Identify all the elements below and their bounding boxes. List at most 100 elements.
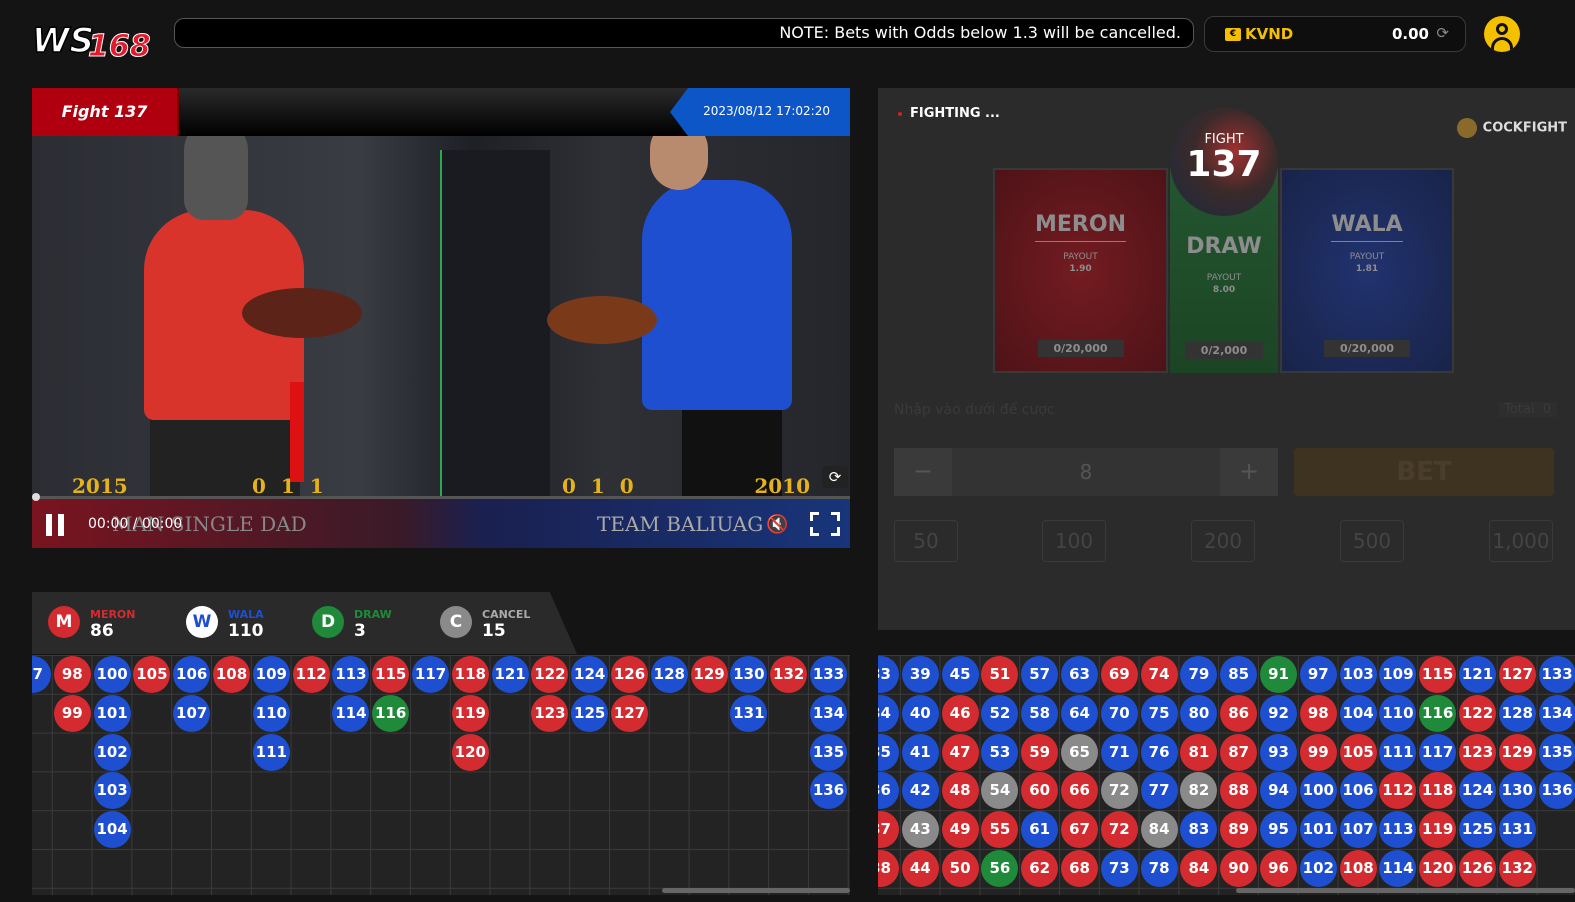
chip-1000-button[interactable]: 1,000: [1489, 520, 1553, 562]
bet-amount-stepper: − 8 +: [894, 448, 1278, 496]
bead-result: 104: [1339, 694, 1377, 732]
bead-result: 48: [941, 772, 979, 810]
bead-result: 59: [1021, 733, 1059, 771]
bead-result: 91: [1260, 656, 1297, 693]
bead-result: 64: [1061, 694, 1098, 732]
wallet-icon: €: [1225, 28, 1241, 41]
chip-100-button[interactable]: 100: [1042, 520, 1106, 562]
place-bet-button[interactable]: BET: [1294, 448, 1554, 496]
bet-amount-input[interactable]: 8: [952, 448, 1220, 496]
decrease-amount-button[interactable]: −: [894, 448, 952, 496]
game-type: COCKFIGHT: [1456, 118, 1567, 138]
draw-badge: D: [312, 606, 344, 638]
bead-result: 97: [1299, 656, 1337, 693]
bead-result: 128: [650, 656, 688, 693]
cancel-stat-label: CANCEL: [482, 608, 531, 621]
bead-result: 126: [1459, 850, 1496, 887]
bead-result: 87: [1220, 733, 1258, 771]
bead-result: 80: [1180, 694, 1218, 732]
bet-total: Total 0: [1498, 402, 1557, 417]
wala-badge: W: [186, 606, 218, 638]
bead-result: 124: [571, 656, 609, 693]
meron-record: 0 1 1: [252, 474, 328, 498]
top-header: WS 168 NOTE: Bets with Odds below 1.3 wi…: [0, 0, 1575, 70]
wala-bet-card[interactable]: WALA PAYOUT 1.81 0/20,000: [1280, 168, 1454, 373]
ws168-logo[interactable]: WS 168: [30, 14, 170, 66]
bead-result: 84: [1140, 811, 1178, 849]
bead-road-left[interactable]: 9798991001011021031041051061071081091101…: [32, 655, 850, 895]
bead-road-right[interactable]: 333435363738 394041424344 454647484950 5152…: [878, 655, 1575, 895]
bead-result: 94: [1260, 772, 1297, 810]
bead-result: 88: [1220, 772, 1258, 810]
bead-result: 81: [1180, 733, 1218, 771]
bet-hint: Nhập vào dưới để cược: [894, 402, 1055, 418]
bead-result: 68: [1061, 850, 1098, 887]
bead-result: 130: [730, 656, 768, 693]
video-progress-handle[interactable]: [32, 493, 40, 501]
bead-result: 62: [1021, 850, 1059, 887]
bead-result: 82: [1180, 772, 1218, 810]
bead-result: 92: [1260, 694, 1297, 732]
bead-result: 72: [1100, 772, 1138, 810]
bead-result: 132: [1498, 850, 1536, 887]
bead-result: 120: [1419, 850, 1457, 887]
video-time: 00:00 / 00:00: [88, 516, 183, 532]
refresh-balance-icon[interactable]: ⟳: [1436, 24, 1449, 42]
bead-result: 77: [1140, 772, 1178, 810]
bead-result: 40: [901, 694, 939, 732]
bead-result: 118: [1419, 772, 1457, 810]
bead-result: 106: [1339, 772, 1377, 810]
bet-panel: FIGHTING ... COCKFIGHT MERON PAYOUT 1.90…: [878, 88, 1575, 630]
road-left-scrollbar[interactable]: [662, 888, 850, 893]
bead-result: 66: [1061, 772, 1098, 810]
bead-result: 113: [1379, 811, 1417, 849]
increase-amount-button[interactable]: +: [1220, 448, 1278, 496]
mute-icon[interactable]: 🔇: [766, 514, 788, 535]
bead-result: 115: [372, 656, 410, 693]
bead-result: 133: [1538, 656, 1575, 693]
fullscreen-icon[interactable]: [810, 512, 840, 536]
chip-200-button[interactable]: 200: [1191, 520, 1255, 562]
wallet-balance[interactable]: € KVND 0.00 ⟳: [1204, 16, 1466, 52]
bead-result: 110: [252, 694, 290, 732]
bead-result: 127: [611, 694, 648, 732]
bead-result: 101: [1299, 811, 1337, 849]
bead-result: 104: [93, 811, 131, 849]
bead-result: 35: [878, 733, 899, 771]
fight-status: FIGHTING ...: [898, 106, 1000, 121]
chip-500-button[interactable]: 500: [1340, 520, 1404, 562]
wala-team-name: TEAM BALIUAG: [597, 512, 764, 536]
bead-result: 67: [1061, 811, 1098, 849]
bead-result: 98: [1299, 694, 1337, 732]
live-video-player[interactable]: Fight 137 2023/08/12 17:02:20 2015 0 1 1…: [32, 88, 850, 548]
bead-result: 103: [93, 772, 131, 810]
currency-label: KVND: [1245, 25, 1294, 43]
bead-result: 89: [1220, 811, 1258, 849]
bead-result: 97: [32, 656, 51, 693]
video-progress-bar[interactable]: [32, 496, 850, 499]
bead-result: 122: [1459, 694, 1496, 732]
road-right-scrollbar[interactable]: [1236, 888, 1575, 893]
wala-payout-label: PAYOUT: [1349, 252, 1385, 262]
bead-result: 90: [1220, 850, 1258, 887]
bead-result: 126: [611, 656, 648, 693]
fight-number-badge: FIGHT 137: [1170, 108, 1278, 216]
bead-result: 136: [810, 772, 847, 810]
bead-result: 112: [1379, 772, 1417, 810]
bead-result: 131: [730, 694, 768, 732]
bead-result: 106: [173, 656, 211, 693]
reload-video-icon[interactable]: ⟳: [822, 466, 848, 488]
bead-result: 37: [878, 811, 899, 849]
bead-result: 43: [901, 811, 939, 849]
bead-result: 74: [1140, 656, 1178, 693]
pause-icon[interactable]: [46, 514, 66, 536]
total-label: Total: [1504, 402, 1535, 417]
rooster-icon: [1456, 118, 1477, 138]
bead-result: 47: [941, 733, 979, 771]
meron-bet-card[interactable]: MERON PAYOUT 1.90 0/20,000: [993, 168, 1168, 373]
chip-50-button[interactable]: 50: [894, 520, 958, 562]
bead-result: 78: [1140, 850, 1178, 887]
fight-number-tag: Fight 137: [32, 88, 179, 136]
bead-result: 122: [531, 656, 569, 693]
user-avatar-icon[interactable]: [1484, 16, 1520, 52]
